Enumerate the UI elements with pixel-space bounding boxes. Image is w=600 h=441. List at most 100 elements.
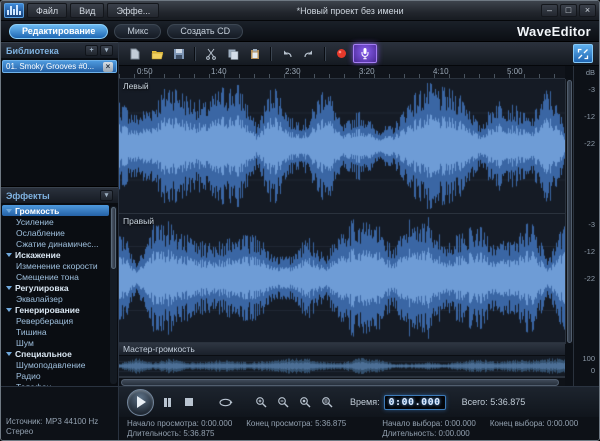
effects-item[interactable]: Искажение (2, 249, 109, 260)
microphone-button[interactable] (353, 44, 377, 63)
redo-icon[interactable] (299, 44, 319, 63)
total-value: 5:36.875 (490, 397, 526, 407)
effects-item-label: Шум (16, 337, 34, 348)
cut-icon[interactable] (201, 44, 221, 63)
effects-item[interactable]: Усиление (2, 216, 109, 227)
source-label: Источник: (6, 417, 43, 426)
waveform-left[interactable] (119, 79, 565, 213)
open-file-icon[interactable] (147, 44, 167, 63)
save-icon[interactable] (169, 44, 189, 63)
effects-list: Громкость Усиление Ослабление Сжатие динами… (1, 204, 118, 386)
maximize-button[interactable]: □ (560, 4, 577, 17)
effects-item[interactable]: Изменение скорости (2, 260, 109, 271)
zoom-out-icon[interactable] (274, 393, 292, 411)
effects-item[interactable]: Регулировка (2, 282, 109, 293)
effects-header: Эффекты ▾ (1, 187, 118, 204)
titlebar: Файл Вид Эффе... *Новый проект без имени… (1, 1, 599, 21)
effects-item[interactable]: Специальное (2, 348, 109, 359)
channel-left-label: Левый (123, 81, 149, 91)
window-title: *Новый проект без имени (296, 5, 404, 16)
waveform-right[interactable] (119, 214, 565, 342)
toolbar-separator (324, 46, 326, 61)
library-menu-icon[interactable]: ▾ (100, 45, 113, 56)
vertical-scrollbar-thumb[interactable] (567, 80, 572, 343)
toolbar-separator (194, 46, 196, 61)
close-button[interactable]: × (579, 4, 596, 17)
mode-tabs: Редактирование Микс Создать CD WaveEdito… (1, 21, 599, 42)
app-logo-icon (4, 3, 24, 18)
tab-mix[interactable]: Микс (114, 23, 162, 39)
db-mark: -12 (584, 112, 595, 121)
effects-item[interactable]: Смещение тона (2, 271, 109, 282)
menu-view[interactable]: Вид (70, 3, 105, 18)
horizontal-scrollbar-thumb[interactable] (121, 379, 559, 386)
channel-left[interactable]: Левый (119, 79, 565, 214)
minimize-button[interactable]: – (541, 4, 558, 17)
db-unit-label: dB (585, 68, 595, 77)
effects-item-label: Реверберация (16, 315, 74, 326)
remove-item-icon[interactable]: × (103, 61, 113, 72)
tab-create-cd[interactable]: Создать CD (167, 23, 244, 39)
effects-item[interactable]: Тишина (2, 326, 109, 337)
effects-item-label: Ослабление (16, 227, 65, 238)
effects-item[interactable]: Шумоподавление (2, 359, 109, 370)
group-arrow-icon (6, 351, 12, 356)
view-start-label: Начало просмотра: (127, 419, 199, 428)
play-button[interactable] (127, 388, 154, 416)
selection-start-label: Начало выбора: (382, 419, 443, 428)
window-controls: – □ × (541, 4, 596, 17)
zoom-selection-icon[interactable] (296, 393, 314, 411)
pause-button[interactable] (158, 393, 176, 411)
view-end-label: Конец просмотра: (246, 419, 313, 428)
effects-item[interactable]: Ослабление (2, 227, 109, 238)
zoom-in-icon[interactable] (252, 393, 270, 411)
effects-scrollbar[interactable] (110, 206, 117, 384)
effects-menu-icon[interactable]: ▾ (100, 190, 113, 201)
copy-icon[interactable] (223, 44, 243, 63)
selection-start-value: 0:00.000 (444, 419, 476, 428)
timeline-ruler[interactable]: 0:50 1:40 2:30 3:20 4:10 5:00 (119, 66, 565, 79)
tab-edit[interactable]: Редактирование (9, 23, 109, 39)
view-duration-value: 5:36.875 (183, 429, 215, 438)
master-volume-envelope[interactable] (119, 356, 565, 376)
effects-item-label: Сжатие динамичес... (16, 238, 99, 249)
channel-right[interactable]: Правый (119, 214, 565, 343)
vertical-scrollbar[interactable] (565, 79, 573, 344)
zoom-all-icon[interactable] (318, 393, 336, 411)
toolbar-separator (270, 46, 272, 61)
new-project-icon[interactable] (125, 44, 145, 63)
db-mark: -3 (588, 220, 595, 229)
effects-item[interactable]: Эквалайзер (2, 293, 109, 304)
bottom-bar: Источник: MP3 44100 Hz Стерео Время: 0:00… (1, 386, 599, 440)
effects-item[interactable]: Шум (2, 337, 109, 348)
effects-item[interactable]: Радио (2, 370, 109, 381)
effects-item-label: Генерирование (15, 304, 80, 315)
effects-item[interactable]: Громкость (2, 205, 109, 216)
effects-item[interactable]: Реверберация (2, 315, 109, 326)
effects-item[interactable]: Генерирование (2, 304, 109, 315)
group-arrow-icon (6, 307, 12, 312)
effects-item-label: Искажение (15, 249, 61, 260)
library-add-icon[interactable]: + (85, 45, 98, 56)
menu-effects[interactable]: Эффе... (107, 3, 160, 18)
record-icon[interactable] (331, 44, 351, 63)
effects-item-label: Специальное (15, 348, 72, 359)
time-label: Время: (350, 397, 380, 407)
view-duration-label: Длительность: (127, 429, 182, 438)
effects-item[interactable]: Телефон (2, 381, 109, 387)
menu-file[interactable]: Файл (27, 3, 68, 18)
effects-scrollbar-thumb[interactable] (111, 207, 116, 269)
fit-to-window-icon[interactable] (573, 44, 593, 63)
master-track-label: Мастер-громкость (119, 343, 565, 356)
library-item[interactable]: 01. Smoky Grooves #0... × (2, 60, 117, 73)
effects-item[interactable]: Сжатие динамичес... (2, 238, 109, 249)
db-mark: -3 (588, 85, 595, 94)
loop-button[interactable] (216, 393, 234, 411)
channel-right-label: Правый (123, 216, 154, 226)
db-scale: dB -3 -12 -22 -3 -12 -22 100 0 (573, 66, 599, 386)
stop-button[interactable] (180, 393, 198, 411)
selection-duration-value: 0:00.000 (438, 429, 470, 438)
undo-icon[interactable] (277, 44, 297, 63)
effects-item-label: Шумоподавление (16, 359, 86, 370)
paste-icon[interactable] (245, 44, 265, 63)
